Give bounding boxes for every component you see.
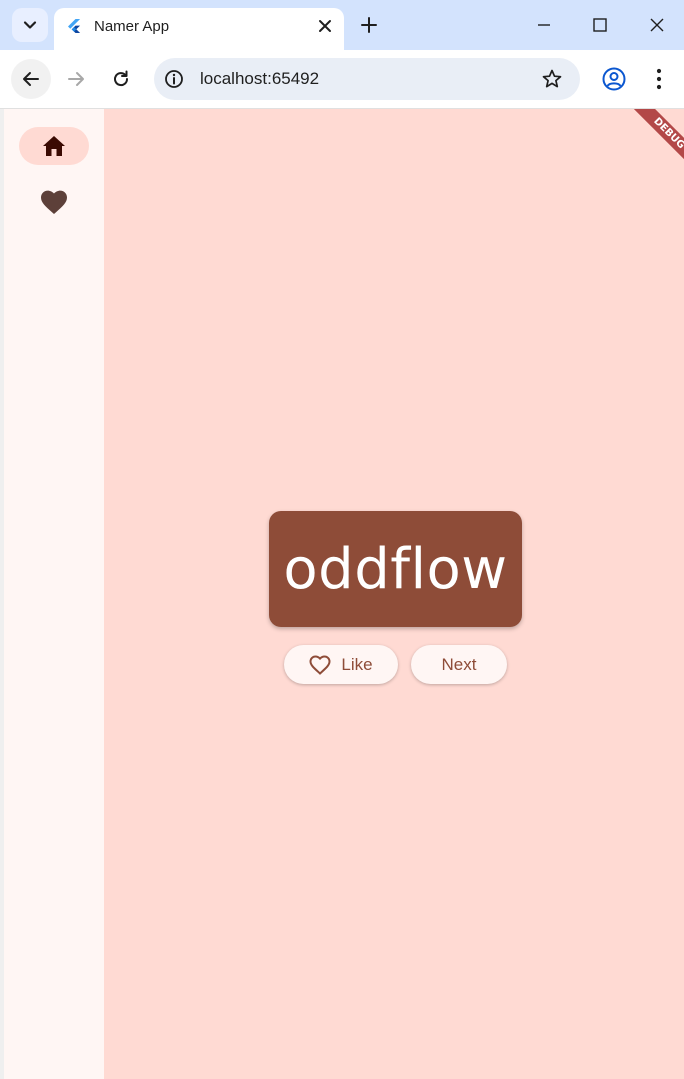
- window-close-icon[interactable]: [646, 14, 668, 36]
- profile-icon[interactable]: [601, 66, 627, 92]
- debug-banner: DEBUG: [616, 109, 684, 177]
- url-text[interactable]: localhost:65492: [200, 69, 319, 89]
- plus-icon[interactable]: [358, 14, 380, 36]
- word-pair-text: oddflow: [283, 536, 508, 602]
- arrow-right-icon: [68, 72, 84, 86]
- like-button-label: Like: [341, 654, 373, 674]
- forward-button[interactable]: [56, 59, 96, 99]
- app-viewport: oddflow Like Next DEBUG: [0, 109, 684, 1079]
- tab-strip: Namer App: [0, 0, 684, 50]
- rail-item-favorites[interactable]: [19, 183, 89, 221]
- debug-banner-label: DEBUG: [624, 109, 684, 177]
- chevron-down-icon: [23, 21, 37, 29]
- star-icon[interactable]: [541, 68, 563, 90]
- next-button-label: Next: [441, 654, 477, 674]
- arrow-left-icon: [23, 72, 39, 86]
- heart-icon: [41, 190, 67, 214]
- word-pair-card: oddflow: [269, 511, 522, 627]
- address-bar[interactable]: localhost:65492: [154, 58, 580, 100]
- flutter-icon: [68, 19, 81, 33]
- like-button[interactable]: Like: [284, 645, 398, 684]
- rail-item-home[interactable]: [19, 127, 89, 165]
- browser-tab[interactable]: Namer App: [54, 8, 344, 50]
- heart-outline-icon: [309, 654, 331, 675]
- navigation-rail: [4, 109, 104, 1079]
- reload-button[interactable]: [101, 59, 141, 99]
- info-icon[interactable]: [164, 69, 184, 89]
- maximize-icon[interactable]: [589, 14, 611, 36]
- close-icon[interactable]: [316, 17, 334, 35]
- kebab-menu-icon[interactable]: [648, 66, 670, 92]
- browser-toolbar: localhost:65492: [0, 50, 684, 109]
- back-button[interactable]: [11, 59, 51, 99]
- tab-search-button[interactable]: [12, 8, 48, 42]
- tab-title: Namer App: [94, 18, 170, 35]
- next-button[interactable]: Next: [411, 645, 507, 684]
- home-icon: [43, 136, 65, 156]
- minimize-icon[interactable]: [533, 14, 555, 36]
- reload-icon: [114, 70, 129, 87]
